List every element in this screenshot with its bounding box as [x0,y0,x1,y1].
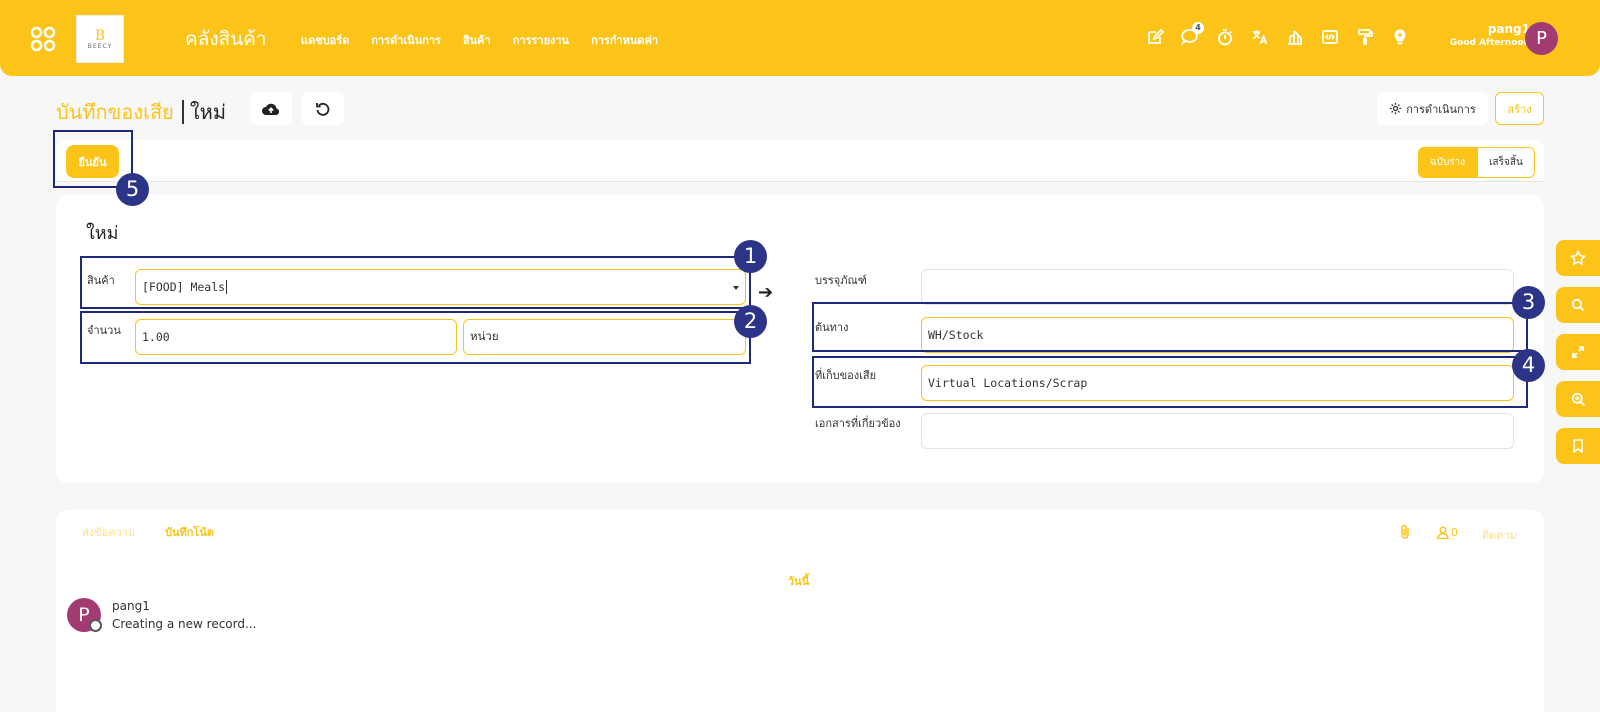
systray: 4 [1146,22,1409,46]
record-title: ใหม่ [86,223,119,244]
send-message-tab[interactable]: ส่งข้อความ [82,523,135,541]
logo-text: BEECY [87,42,113,50]
breadcrumb: บันทึกของเสีย ใหม่ [56,96,226,128]
follow-button[interactable]: ติดตาม [1482,526,1517,544]
edit-icon[interactable] [1146,28,1164,46]
top-navbar: B BEECY คลังสินค้า แดชบอร์ด การดำเนินการ… [0,0,1600,76]
app-title[interactable]: คลังสินค้า [185,24,267,54]
menu-products[interactable]: สินค้า [463,31,491,49]
follower-count: 0 [1451,526,1458,539]
annotation-number-2: 2 [734,305,767,338]
attachment-button[interactable] [1398,524,1412,540]
user-avatar[interactable]: P [1525,22,1558,55]
operations-label: การดำเนินการ [1406,102,1476,116]
stopwatch-icon[interactable] [1216,28,1234,46]
annotation-box-3 [812,302,1528,352]
favorite-button[interactable] [1556,240,1600,276]
message-body: Creating a new record... [112,617,257,631]
annotation-box-1 [80,256,751,309]
source-document-label: เอกสารที่เกี่ยวข้อง [815,417,901,430]
menu-dashboard[interactable]: แดชบอร์ด [301,31,349,49]
zoom-button[interactable] [1556,381,1600,417]
main-menu: แดชบอร์ด การดำเนินการ สินค้า การรายงาน ก… [301,31,658,49]
search-icon [1571,298,1585,312]
state-done[interactable]: เสร็จสิ้น [1477,147,1535,178]
author-status-indicator [89,619,102,632]
messages-icon[interactable]: 4 [1181,22,1204,46]
translate-icon[interactable] [1251,28,1269,46]
menu-configuration[interactable]: การกำหนดค่า [591,31,658,49]
followers-button[interactable]: 0 [1437,526,1458,539]
breadcrumb-current: ใหม่ [189,100,227,124]
create-button[interactable]: สร้าง [1495,92,1544,125]
date-separator: วันนี้ [788,575,810,588]
user-name: pang1 [1487,22,1530,36]
breadcrumb-parent[interactable]: บันทึกของเสีย [56,96,174,128]
company-logo[interactable]: B BEECY [76,15,124,63]
bookmark-button[interactable] [1556,428,1600,464]
user-icon [1437,526,1449,539]
package-label: บรรจุภัณฑ์ [815,274,867,287]
discard-button[interactable] [302,92,344,125]
arrow-right-icon[interactable]: ➔ [758,282,773,303]
operations-button[interactable]: การดำเนินการ [1377,92,1488,125]
annotation-number-4: 4 [1512,349,1545,382]
annotation-number-5: 5 [116,173,149,206]
expand-icon [1572,346,1584,358]
annotation-number-1: 1 [734,240,767,273]
star-icon [1570,250,1586,266]
save-cloud-button[interactable] [250,92,292,125]
package-input[interactable] [921,269,1514,305]
code-icon[interactable] [1321,28,1339,46]
log-note-tab[interactable]: บันทึกโน้ต [165,523,214,541]
breadcrumb-separator [181,100,184,124]
paperclip-icon [1401,524,1409,539]
apps-menu-icon[interactable] [30,26,56,52]
annotation-box-2 [80,311,751,364]
menu-operations[interactable]: การดำเนินการ [371,31,441,49]
messages-badge: 4 [1192,22,1204,34]
zoom-in-icon [1571,392,1585,406]
bookmark-icon [1573,439,1583,453]
user-menu[interactable]: pang1 Good Afternoon [1420,22,1530,48]
annotation-number-3: 3 [1512,286,1545,319]
search-button[interactable] [1556,287,1600,323]
status-bar [56,140,1544,182]
message-author[interactable]: pang1 [112,599,150,613]
chatter-panel [56,510,1544,712]
company-icon[interactable] [1286,28,1304,46]
user-greeting: Good Afternoon [1449,38,1530,48]
undo-icon [316,102,330,116]
state-draft[interactable]: ฉบับร่าง [1418,147,1477,178]
menu-reporting[interactable]: การรายงาน [513,31,569,49]
gear-icon [1390,102,1402,115]
lightbulb-icon[interactable] [1391,28,1409,46]
paint-roller-icon[interactable] [1356,28,1374,46]
expand-button[interactable] [1556,334,1600,370]
source-document-input[interactable] [921,413,1514,449]
annotation-box-4 [812,356,1528,408]
cloud-upload-icon [262,103,280,115]
logo-mark: B [94,27,106,44]
